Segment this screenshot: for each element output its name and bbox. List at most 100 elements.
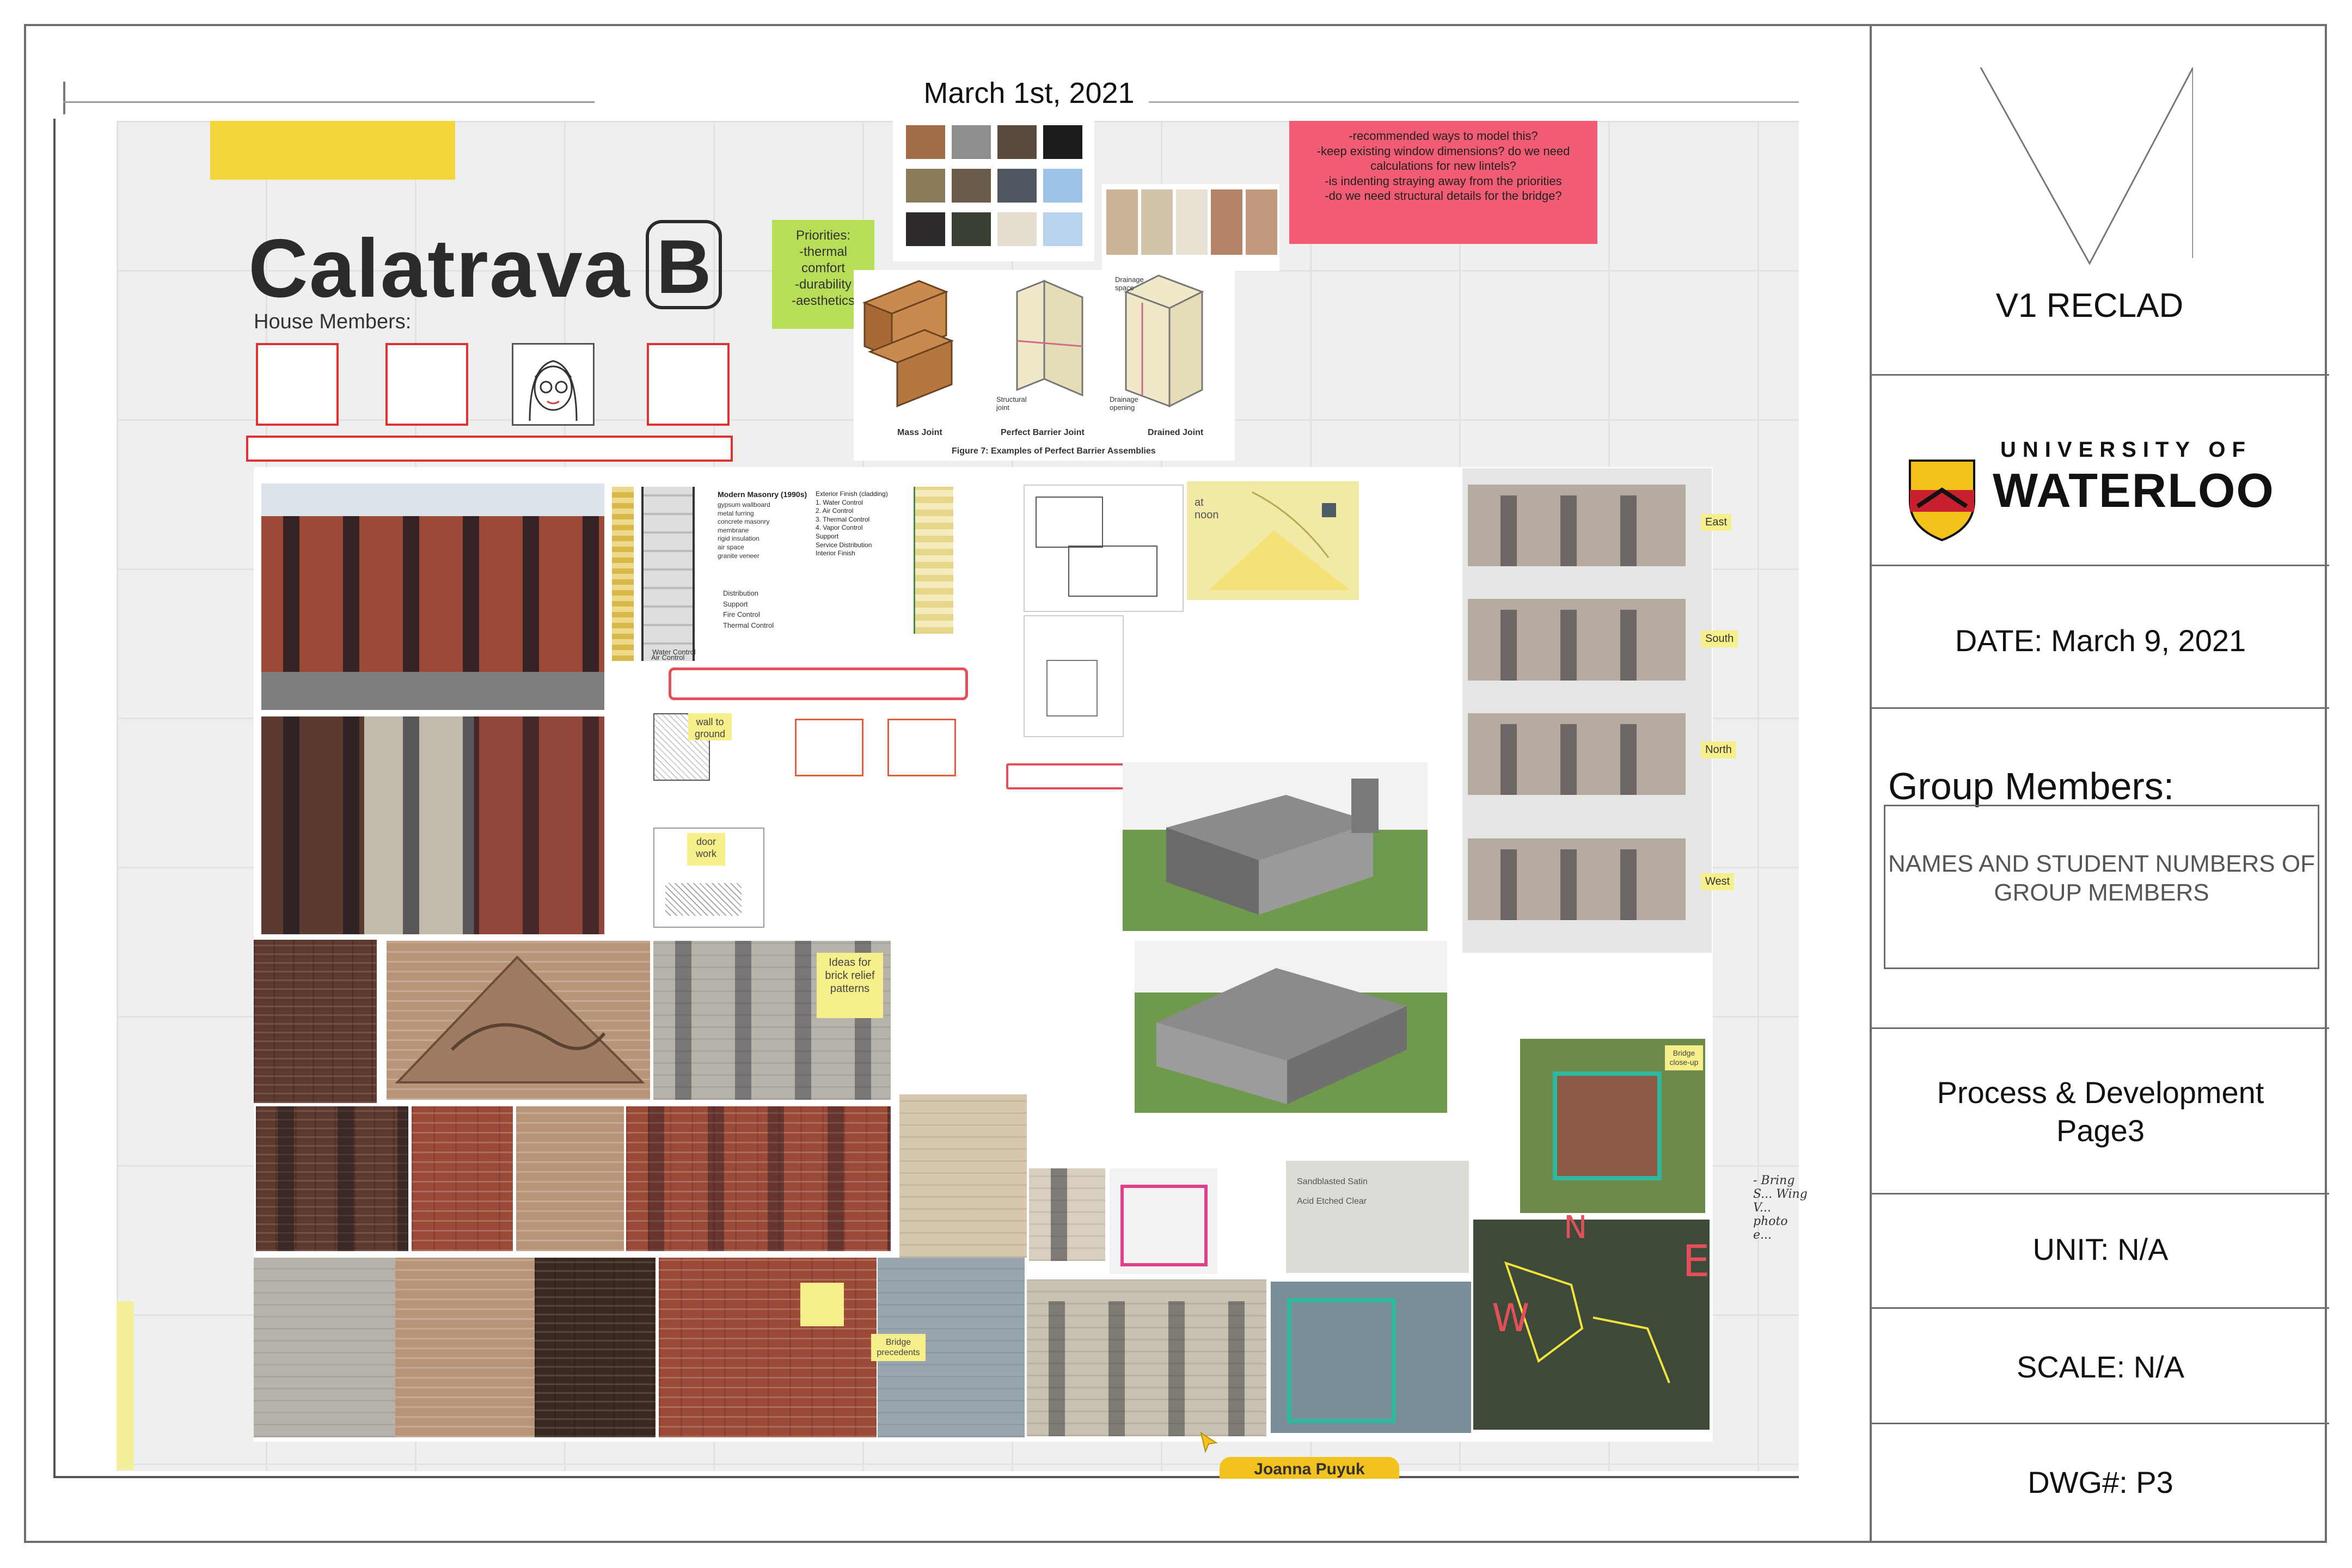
sun-note: at noon [1195, 497, 1219, 521]
swatch [1043, 212, 1082, 246]
title-block: V1 RECLAD DATE: March 9, 2021 Process & … [1870, 24, 2329, 1543]
relief-pattern-icon [395, 955, 645, 1083]
strip-swatch [1246, 189, 1277, 255]
photo-brick-facades [261, 716, 604, 934]
page-label: Page3 [2056, 1113, 2145, 1148]
swatch [906, 212, 945, 246]
section-left-labels: Distribution Support Fire Control Therma… [723, 589, 774, 629]
stage-cell: Process & Development Page3 [1872, 1029, 2329, 1195]
elevation-label: West [1701, 873, 1735, 890]
swatch [1043, 125, 1082, 159]
photo-glass-samples: Sandblasted Satin Acid Etched Clear [1286, 1161, 1469, 1273]
swatch [1043, 169, 1082, 203]
section-title: Modern Masonry (1990s) [718, 490, 807, 499]
map-letter-west: W [1492, 1296, 1530, 1340]
elevation-east [1468, 485, 1686, 566]
sun-study-map: at noon [1187, 481, 1359, 600]
elevation-label: South [1701, 630, 1738, 647]
swatch [997, 169, 1037, 203]
highlight-box [669, 667, 968, 700]
photo-street-facade [254, 1258, 395, 1437]
member-slot [385, 343, 468, 426]
project-title: V1 RECLAD [1995, 287, 2184, 324]
building-model-icon [1156, 968, 1407, 1104]
project-title-cell: V1 RECLAD [1872, 24, 2329, 376]
joint-label: Drained Joint [1148, 428, 1204, 437]
elevation-south [1468, 599, 1686, 681]
joint-diagram-icon [862, 274, 1204, 408]
joint-figure-caption: Figure 7: Examples of Perfect Barrier As… [952, 446, 1156, 456]
elevation-label: North [1701, 742, 1736, 758]
swatch [997, 125, 1037, 159]
floor-plan-sketch [1024, 485, 1184, 612]
sky-strip [261, 483, 604, 516]
group-members-placeholder: NAMES AND STUDENT NUMBERS OF GROUP MEMBE… [1888, 850, 2315, 906]
photo-brick-apartment [256, 1106, 408, 1251]
board-date-heading: March 1st, 2021 [923, 77, 1135, 109]
dwg-cell: DWG#: P3 [1872, 1424, 2329, 1541]
group-members-label: Group Members: [1888, 765, 2175, 807]
section-controls: Exterior Finish (cladding) 1. Water Cont… [816, 490, 888, 558]
handwritten-note: - Bring S... Wing V... photo e... [1753, 1174, 1808, 1242]
photo-light-brick-tower [899, 1094, 1027, 1258]
strip-swatch [1106, 189, 1138, 255]
bridge-closeup-note: Bridge close-up [1665, 1045, 1703, 1070]
swatch [906, 169, 945, 203]
team-title: Calatrava [248, 222, 631, 315]
scale-cell: SCALE: N/A [1872, 1309, 2329, 1424]
photo-apartment-block [261, 483, 604, 710]
bridge-note [800, 1283, 844, 1326]
photo-modular-facade [1027, 1279, 1266, 1436]
joint-callout: Drainage space [1115, 275, 1144, 292]
elevation-north [1468, 713, 1686, 795]
frame-tick [63, 82, 65, 114]
university-line1: UNIVERSITY OF [2000, 438, 2252, 462]
side-sticky-note [117, 1301, 134, 1470]
stage-label: Process & Development [1937, 1075, 2264, 1110]
joint-callout: Drainage opening [1110, 395, 1138, 412]
brick-color-strip [1102, 184, 1279, 271]
photo-night-facade [535, 1258, 656, 1437]
member-name-field [246, 436, 733, 462]
wall-section-diagram: Modern Masonry (1990s) gypsum wallboard … [609, 485, 970, 664]
photo-brick-pattern [395, 1258, 535, 1437]
drawing-date: DATE: March 9, 2021 [1955, 623, 2246, 658]
member-avatar [512, 343, 595, 426]
cursor-icon [1200, 1432, 1218, 1454]
bridge-precedents-note: Bridge precedents [871, 1334, 926, 1361]
swatch [997, 212, 1037, 246]
date-cell: DATE: March 9, 2021 [1872, 566, 2329, 709]
building-model-icon [1166, 779, 1379, 915]
wall-to-ground-note: wall to ground [688, 713, 732, 740]
member-slot [256, 343, 339, 426]
strip-swatch [1141, 189, 1173, 255]
university-crest-icon [1909, 460, 1975, 542]
photo-brick-window-wall [626, 1106, 891, 1251]
group-members-box: NAMES AND STUDENT NUMBERS OF GROUP MEMBE… [1884, 805, 2319, 969]
header-sticky-note [210, 121, 455, 180]
scale-label: SCALE: N/A [2016, 1350, 2185, 1384]
frame-line-right [1149, 101, 1799, 103]
elevation-west [1468, 838, 1686, 920]
swatch [952, 212, 991, 246]
house-members-label: House Members: [254, 310, 412, 333]
photo-balcony-grid [1029, 1168, 1105, 1261]
photo-brick-corner [412, 1106, 513, 1251]
collaborator-name-tag: Joanna Puyuk [1220, 1457, 1399, 1479]
joint-callout: Structural joint [996, 395, 1027, 412]
project-logo-icon [1980, 67, 2193, 266]
elevation-label: East [1701, 514, 1732, 531]
brick-relief-note: Ideas for brick relief patterns [817, 953, 883, 1018]
joint-label: Mass Joint [897, 428, 942, 437]
barrier-joint-figure: Mass Joint Perfect Barrier Joint Drained… [854, 270, 1235, 461]
frame-line-left [63, 101, 595, 103]
photo-brick-entry [254, 940, 377, 1103]
photo-colored-frames [1110, 1168, 1217, 1274]
swatch [952, 125, 991, 159]
door-work-note: door work [687, 833, 725, 866]
street-strip [261, 672, 604, 710]
unit-cell: UNIT: N/A [1872, 1195, 2329, 1309]
strip-swatch [1176, 189, 1208, 255]
avatar-drawing-icon [529, 360, 578, 421]
glass-samples-labels: Sandblasted Satin Acid Etched Clear [1297, 1177, 1368, 1206]
